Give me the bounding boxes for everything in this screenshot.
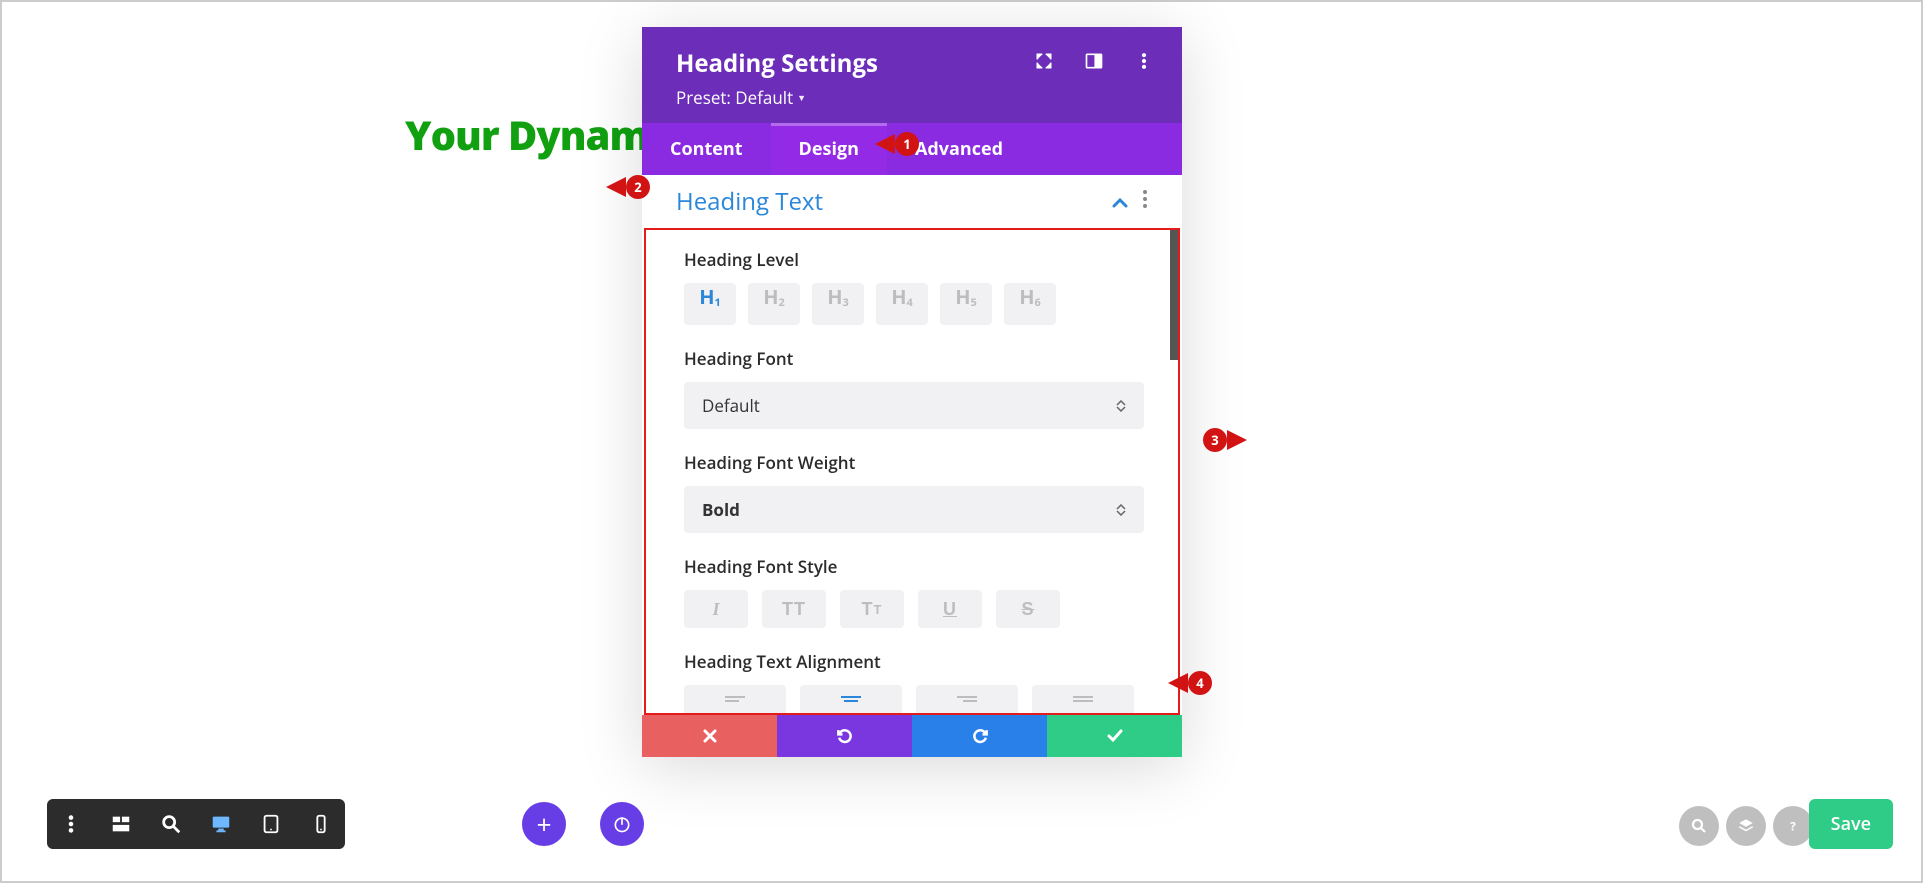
split-view-icon[interactable]	[1084, 51, 1104, 76]
builder-toolbar	[47, 799, 345, 849]
annotation-marker-2: 2	[626, 175, 650, 199]
menu-icon[interactable]	[59, 812, 83, 836]
tab-design[interactable]: Design	[771, 123, 887, 175]
section-heading-text[interactable]: Heading Text	[642, 175, 1182, 228]
heading-level-group: Heading Level H1 H2 H3 H4 H5 H6	[684, 248, 1148, 325]
align-right-button[interactable]	[916, 685, 1018, 713]
save-button[interactable]: Save	[1809, 799, 1893, 849]
heading-level-label: Heading Level	[684, 248, 1148, 271]
style-underline-button[interactable]: U	[918, 590, 982, 628]
heading-font-select[interactable]: Default	[684, 382, 1144, 429]
annotation-marker-1: 1	[895, 132, 919, 156]
help-icon[interactable]: ?	[1773, 806, 1813, 846]
modal-header-actions	[1034, 51, 1154, 76]
heading-font-weight-label: Heading Font Weight	[684, 451, 1148, 474]
power-button[interactable]	[600, 802, 644, 846]
preset-dropdown[interactable]: Preset: Default ▼	[676, 86, 1148, 109]
heading-font-weight-select[interactable]: Bold	[684, 486, 1144, 533]
desktop-icon[interactable]	[209, 812, 233, 836]
expand-icon[interactable]	[1034, 51, 1054, 76]
heading-level-h2[interactable]: H2	[748, 283, 800, 325]
heading-level-h6[interactable]: H6	[1004, 283, 1056, 325]
font-style-options: I TT TT U S	[684, 590, 1148, 628]
svg-text:?: ?	[1790, 818, 1796, 835]
add-button[interactable]: +	[522, 802, 566, 846]
heading-text-alignment-group: Heading Text Alignment	[684, 650, 1148, 713]
select-caret-icon	[1116, 504, 1126, 516]
phone-icon[interactable]	[309, 812, 333, 836]
alignment-options	[684, 685, 1148, 713]
align-left-button[interactable]	[684, 685, 786, 713]
heading-text-alignment-label: Heading Text Alignment	[684, 650, 1148, 673]
heading-level-h3[interactable]: H3	[812, 283, 864, 325]
section-title: Heading Text	[676, 185, 823, 218]
tab-content[interactable]: Content	[642, 123, 771, 175]
more-icon[interactable]	[1134, 51, 1154, 76]
style-italic-button[interactable]: I	[684, 590, 748, 628]
search-icon[interactable]	[1679, 806, 1719, 846]
align-center-button[interactable]	[800, 685, 902, 713]
highlighted-options-area: Heading Level H1 H2 H3 H4 H5 H6 Heading …	[644, 228, 1180, 715]
heading-font-weight-value: Bold	[702, 498, 740, 521]
modal-header: Heading Settings Preset: Default ▼	[642, 27, 1182, 123]
close-button[interactable]	[642, 715, 777, 757]
canvas-heading-text: Your Dynami	[405, 107, 660, 162]
heading-level-h4[interactable]: H4	[876, 283, 928, 325]
align-justify-button[interactable]	[1032, 685, 1134, 713]
preset-label: Preset: Default	[676, 86, 793, 109]
heading-font-value: Default	[702, 394, 760, 417]
wireframe-icon[interactable]	[109, 812, 133, 836]
zoom-icon[interactable]	[159, 812, 183, 836]
redo-button[interactable]	[912, 715, 1047, 757]
select-caret-icon	[1116, 400, 1126, 412]
layers-icon[interactable]	[1726, 806, 1766, 846]
style-smallcaps-button[interactable]: TT	[840, 590, 904, 628]
heading-font-label: Heading Font	[684, 347, 1148, 370]
tablet-icon[interactable]	[259, 812, 283, 836]
annotation-marker-4: 4	[1188, 671, 1212, 695]
chevron-down-icon: ▼	[797, 91, 806, 104]
confirm-button[interactable]	[1047, 715, 1182, 757]
undo-button[interactable]	[777, 715, 912, 757]
modal-footer	[642, 715, 1182, 757]
heading-level-options: H1 H2 H3 H4 H5 H6	[684, 283, 1148, 325]
style-strikethrough-button[interactable]: S	[996, 590, 1060, 628]
heading-level-h1[interactable]: H1	[684, 283, 736, 325]
chevron-up-icon[interactable]	[1112, 191, 1128, 213]
annotation-marker-3: 3	[1203, 428, 1227, 452]
style-uppercase-button[interactable]: TT	[762, 590, 826, 628]
more-icon[interactable]	[1142, 189, 1148, 214]
heading-font-style-group: Heading Font Style I TT TT U S	[684, 555, 1148, 628]
heading-font-weight-group: Heading Font Weight Bold	[684, 451, 1148, 533]
heading-level-h5[interactable]: H5	[940, 283, 992, 325]
scrollbar[interactable]	[1170, 230, 1178, 360]
heading-font-group: Heading Font Default	[684, 347, 1148, 429]
heading-font-style-label: Heading Font Style	[684, 555, 1148, 578]
